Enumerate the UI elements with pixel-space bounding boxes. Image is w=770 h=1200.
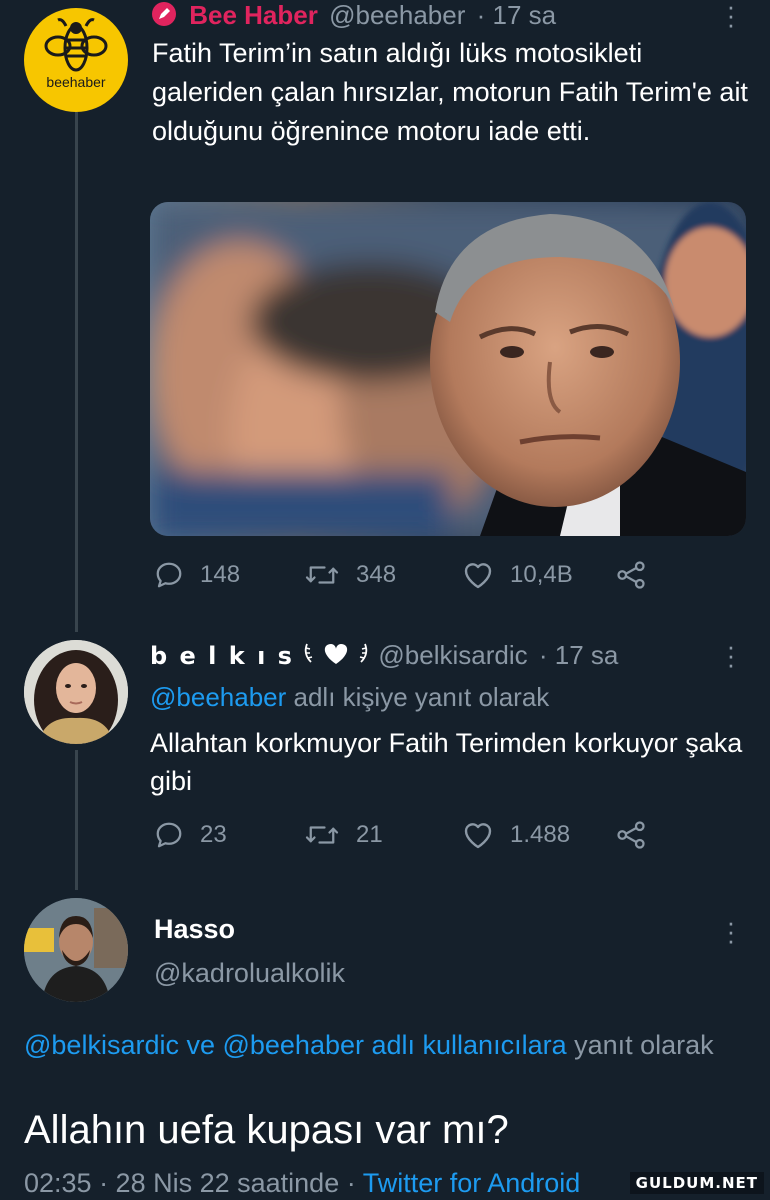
tweet-timestamp[interactable]: 02:35 · 28 Nis 22 saatinde ·: [24, 1168, 363, 1198]
more-options-icon[interactable]: · · ·: [724, 0, 738, 37]
tweet-meta: 02:35 · 28 Nis 22 saatinde · Twitter for…: [24, 1168, 580, 1199]
reply-context: @belkisardic ve @beehaber adlı kullanıcı…: [24, 1026, 724, 1064]
tweet-source-link[interactable]: Twitter for Android: [363, 1168, 581, 1198]
retweet-count: 348: [356, 561, 397, 588]
like-count: 10,4B: [510, 561, 573, 588]
tweet-text: Allahtan korkmuyor Fatih Terimden korkuy…: [150, 728, 743, 796]
share-icon: [617, 561, 645, 589]
thread-line-1: [75, 112, 78, 632]
retweet-icon: [305, 826, 339, 844]
photo-illustration: [150, 202, 746, 536]
avatar-photo: [24, 640, 128, 744]
heart-icon: [464, 563, 492, 589]
like-count: 1.488: [510, 821, 571, 848]
tweet-text: Fatih Terim’in satın aldığı lüks motosik…: [152, 38, 748, 146]
display-name[interactable]: Bee Haber: [189, 0, 318, 30]
retweet-count: 21: [356, 821, 383, 848]
reply-context: @beehaber adlı kişiye yanıt olarak: [150, 682, 549, 713]
user-handle[interactable]: @kadrolualkolik: [154, 958, 345, 989]
tweet-time[interactable]: · 17 sa: [539, 640, 619, 670]
heart-icon: [464, 823, 492, 849]
tweet-text: Allahın uefa kupası var mı?: [24, 1108, 509, 1152]
avatar-photo: [24, 898, 128, 1002]
reply-icon: [156, 822, 182, 848]
more-options-icon[interactable]: · · ·: [724, 909, 738, 953]
verified-badge-icon: [152, 2, 176, 26]
tweet-photo[interactable]: [150, 202, 746, 536]
tweet-header: b e l k ı s @belkisardic · 17 sa: [150, 640, 618, 675]
reply-icon: [156, 562, 182, 588]
avatar-brand-text: beehaber: [46, 74, 106, 90]
share-icon: [617, 821, 645, 849]
display-name[interactable]: b e l k ı s: [150, 642, 294, 670]
like-button[interactable]: 1.488: [462, 820, 570, 850]
share-button[interactable]: [614, 820, 664, 850]
more-options-icon[interactable]: · · ·: [724, 633, 738, 677]
reply-count: 23: [200, 821, 227, 848]
retweet-icon: [305, 566, 339, 584]
tweet-time[interactable]: · 17 sa: [477, 0, 557, 30]
retweet-button[interactable]: 21: [304, 820, 383, 850]
reply-button[interactable]: 23: [154, 820, 227, 850]
watermark: GULDUM.NET: [629, 1172, 764, 1194]
reply-to-suffix: adlı kişiye yanıt olarak: [286, 682, 550, 712]
user-handle[interactable]: @beehaber: [329, 0, 465, 30]
user-handle[interactable]: @belkisardic: [378, 640, 527, 670]
avatar-belkisardic[interactable]: [24, 640, 128, 744]
bee-logo-icon: [44, 18, 108, 72]
reply-count: 148: [200, 561, 241, 588]
reply-to-links[interactable]: @belkisardic ve @beehaber adlı kullanıcı…: [24, 1030, 567, 1060]
reply-to-suffix: yanıt olarak: [566, 1030, 714, 1060]
tweet-header: Bee Haber @beehaber · 17 sa: [152, 0, 556, 31]
reply-to-link[interactable]: @beehaber: [150, 682, 286, 712]
thread-line-2: [75, 750, 78, 890]
retweet-button[interactable]: 348: [304, 560, 396, 590]
reply-button[interactable]: 148: [154, 560, 240, 590]
display-name[interactable]: Hasso: [154, 914, 235, 945]
like-button[interactable]: 10,4B: [462, 560, 573, 590]
heart-laurel-icon: [301, 640, 371, 675]
avatar-beehaber[interactable]: beehaber: [24, 8, 128, 112]
share-button[interactable]: [614, 560, 664, 590]
avatar-kadrolualkolik[interactable]: [24, 898, 128, 1002]
